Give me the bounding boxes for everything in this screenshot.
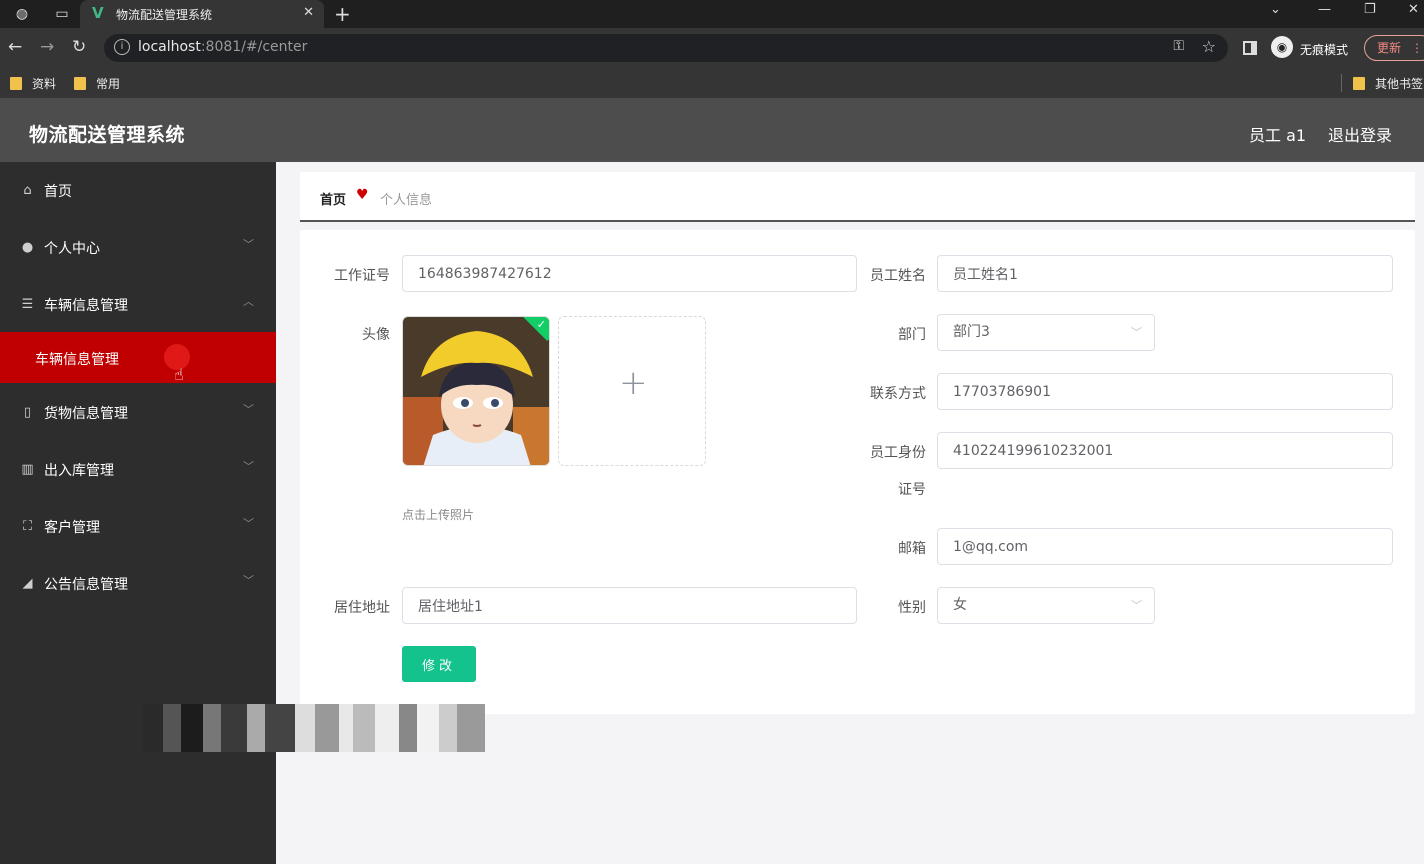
- close-icon[interactable]: ✕: [303, 5, 314, 20]
- phone-icon: ▯: [23, 405, 32, 420]
- incognito-icon[interactable]: ◉: [1271, 36, 1293, 58]
- sidebar-item-goods[interactable]: ▯ 货物信息管理 ﹀: [0, 384, 276, 440]
- phone-input[interactable]: [937, 373, 1393, 410]
- browser-toolbar: ← → ↻ i localhost:8081/#/center ⚿ ☆ ◉ 无痕…: [0, 28, 1424, 68]
- name-label: 员工姓名: [870, 268, 926, 284]
- side-panel-icon[interactable]: [1243, 41, 1257, 55]
- sidebar-item-notice[interactable]: ◢ 公告信息管理 ﹀: [0, 555, 276, 611]
- info-icon[interactable]: i: [114, 39, 130, 55]
- bookmark-folder[interactable]: 资料: [10, 75, 56, 92]
- chevron-down-icon: ﹀: [243, 460, 254, 473]
- chevron-up-icon: ︿: [243, 295, 254, 308]
- plus-icon: +: [619, 363, 648, 403]
- chevron-down-icon: ﹀: [1131, 599, 1142, 612]
- dept-label: 部门: [898, 327, 926, 343]
- browser-globe-icon[interactable]: ◍: [12, 4, 32, 24]
- star-icon[interactable]: ☆: [1202, 37, 1216, 56]
- name-input[interactable]: [937, 255, 1393, 292]
- idcard-label-line1: 员工身份: [870, 445, 926, 461]
- bookmarks-bar: 资料 常用 其他书签: [0, 68, 1424, 98]
- hand-cursor-icon: ☝: [174, 365, 184, 384]
- home-icon: ⌂: [23, 183, 32, 198]
- sidebar-item-home[interactable]: ⌂ 首页: [0, 162, 276, 218]
- address-input[interactable]: [402, 587, 857, 624]
- browser-tab-active[interactable]: V 物流配送管理系统 ✕: [80, 0, 324, 28]
- sidebar-item-vehicle[interactable]: ☰ 车辆信息管理 ︿: [0, 276, 276, 332]
- window-close-icon[interactable]: ✕: [1408, 2, 1419, 17]
- idcard-label-line2: 证号: [898, 482, 926, 498]
- forward-arrow-icon[interactable]: →: [40, 37, 54, 57]
- address-label: 居住地址: [334, 600, 390, 616]
- update-button[interactable]: 更新 ⋮: [1364, 35, 1424, 61]
- pixelated-overlay: [143, 704, 485, 752]
- gender-select[interactable]: 女 ﹀: [937, 587, 1155, 624]
- idcard-input[interactable]: [937, 432, 1393, 469]
- avatar-label: 头像: [362, 327, 390, 343]
- key-icon[interactable]: ⚿: [1173, 38, 1184, 54]
- main-content: 首页 ♥ 个人信息 工作证号 员工姓名 头像: [276, 162, 1424, 864]
- app-title: 物流配送管理系统: [29, 124, 186, 146]
- breadcrumb: 首页 ♥ 个人信息: [300, 172, 1415, 222]
- upload-tip: 点击上传照片: [402, 508, 475, 522]
- current-user: 员工 a1: [1249, 126, 1307, 145]
- minimize-icon[interactable]: —: [1318, 2, 1331, 17]
- email-input[interactable]: [937, 528, 1393, 565]
- dept-select[interactable]: 部门3 ﹀: [937, 314, 1155, 351]
- sidebar-item-customer[interactable]: ⛶ 客户管理 ﹀: [0, 498, 276, 554]
- chevron-down-icon[interactable]: ⌄: [1270, 2, 1281, 17]
- sliders-icon: ☰: [21, 297, 34, 312]
- incognito-label: 无痕模式: [1300, 43, 1349, 57]
- avatar-image[interactable]: ✓: [402, 316, 550, 466]
- submenu-item-vehicle-info[interactable]: 车辆信息管理 ☝: [0, 332, 276, 384]
- work-id-label: 工作证号: [334, 268, 390, 284]
- check-icon: ✓: [536, 318, 546, 331]
- address-bar[interactable]: i localhost:8081/#/center ⚿ ☆: [104, 34, 1228, 62]
- books-icon: ▥: [21, 462, 34, 477]
- bookmark-divider: [1341, 74, 1342, 92]
- reload-icon[interactable]: ↻: [72, 37, 86, 57]
- tab-search-icon[interactable]: ▭: [52, 4, 72, 24]
- new-tab-icon[interactable]: +: [334, 2, 351, 26]
- user-icon: ●: [21, 240, 34, 255]
- app-header: 物流配送管理系统 员工 a1 退出登录: [0, 98, 1424, 162]
- heart-icon: ♥: [356, 187, 369, 203]
- breadcrumb-current: 个人信息: [380, 193, 433, 208]
- sidebar: ⌂ 首页 ● 个人中心 ﹀ ☰ 车辆信息管理 ︿ 车辆信息管理 ☝ ▯ 货物信息…: [0, 162, 276, 864]
- work-id-input[interactable]: [402, 255, 857, 292]
- vue-icon: V: [92, 4, 104, 22]
- email-label: 邮箱: [898, 541, 926, 557]
- megaphone-icon: ◢: [22, 576, 33, 591]
- other-bookmarks[interactable]: 其他书签: [1353, 75, 1423, 92]
- back-arrow-icon[interactable]: ←: [8, 37, 22, 57]
- profile-form: 工作证号 员工姓名 头像 ✓: [300, 230, 1415, 714]
- chevron-down-icon: ﹀: [243, 574, 254, 587]
- bookmark-folder[interactable]: 常用: [74, 75, 120, 92]
- chevron-down-icon: ﹀: [243, 238, 254, 251]
- sidebar-item-personal-center[interactable]: ● 个人中心 ﹀: [0, 219, 276, 275]
- sidebar-item-inout[interactable]: ▥ 出入库管理 ﹀: [0, 441, 276, 497]
- breadcrumb-home[interactable]: 首页: [320, 189, 346, 208]
- folder-icon: [1353, 77, 1365, 90]
- frame-icon: ⛶: [22, 519, 33, 534]
- phone-label: 联系方式: [870, 386, 926, 402]
- browser-tabbar: ◍ ▭ V 物流配送管理系统 ✕ + ⌄ — ❐ ✕: [0, 0, 1424, 28]
- url-text: localhost:8081/#/center: [138, 39, 308, 55]
- avatar-illustration: [403, 317, 549, 465]
- chevron-down-icon: ﹀: [1131, 326, 1142, 339]
- chevron-down-icon: ﹀: [243, 517, 254, 530]
- tab-title: 物流配送管理系统: [116, 8, 213, 22]
- folder-icon: [10, 77, 22, 90]
- submit-button[interactable]: 修改: [402, 646, 476, 682]
- gender-label: 性别: [898, 600, 926, 616]
- restore-icon[interactable]: ❐: [1364, 2, 1376, 17]
- logout-link[interactable]: 退出登录: [1328, 122, 1392, 146]
- folder-icon: [74, 77, 86, 90]
- chevron-down-icon: ﹀: [243, 403, 254, 416]
- upload-button[interactable]: +: [558, 316, 706, 466]
